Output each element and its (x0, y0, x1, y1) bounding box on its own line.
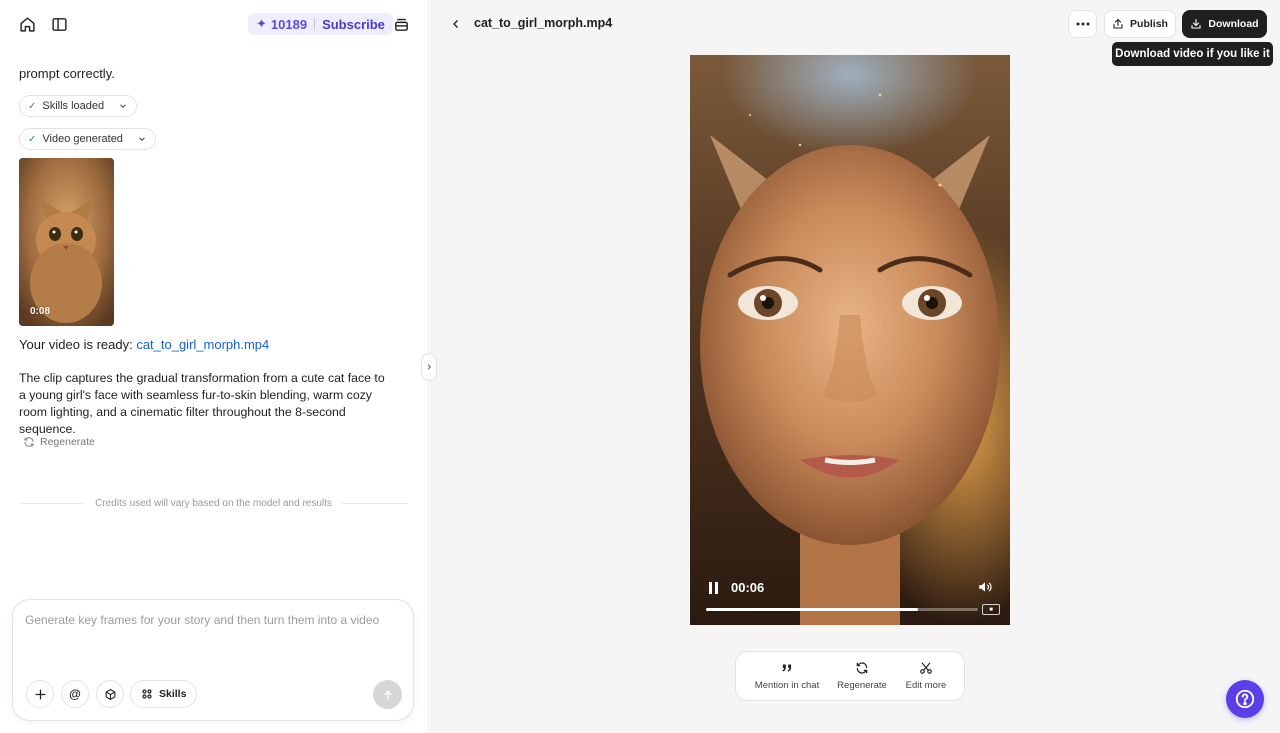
more-options-button[interactable] (1068, 10, 1097, 38)
prompt-text-tail: prompt correctly. (19, 66, 115, 81)
check-icon: ✓ (28, 100, 37, 112)
download-tooltip: Download video if you like it (1112, 42, 1273, 66)
action-label: Regenerate (837, 680, 887, 691)
video-frame-image (690, 55, 1010, 625)
sparkle-icon: ✦ (256, 16, 267, 31)
download-icon (1190, 18, 1202, 30)
chip-label: Skills loaded (42, 100, 105, 112)
help-button[interactable] (1226, 680, 1264, 718)
download-label: Download (1208, 18, 1259, 30)
volume-button[interactable] (978, 581, 994, 595)
divider (19, 502, 86, 504)
video-generated-chip[interactable]: ✓ Video generated (19, 128, 156, 150)
ready-prefix: Your video is ready: (19, 337, 137, 352)
subscribe-link[interactable]: Subscribe (322, 17, 385, 32)
chat-panel: ✦ 10189 Subscribe prompt correctly. ✓ Sk… (0, 0, 429, 733)
credits-count: 10189 (270, 16, 308, 32)
pause-icon (708, 582, 719, 594)
at-sign-icon: @ (69, 687, 81, 701)
video-thumbnail[interactable]: 0:08 (19, 158, 114, 326)
volume-icon (978, 581, 994, 593)
cat-thumbnail-image (19, 158, 114, 326)
grid-icon (141, 688, 153, 700)
action-label: Mention in chat (754, 680, 820, 691)
sidebar-toggle-icon[interactable] (47, 12, 71, 36)
refresh-icon (855, 661, 869, 675)
action-label: Edit more (905, 680, 947, 691)
video-ready-message: Your video is ready: cat_to_girl_morph.m… (19, 337, 269, 352)
chat-header: ✦ 10189 Subscribe (0, 0, 429, 48)
question-icon (1234, 688, 1256, 710)
refresh-icon (23, 436, 35, 448)
credits-note: Credits used will vary based on the mode… (19, 497, 409, 509)
chip-label: Video generated (42, 133, 123, 145)
regenerate-video-button[interactable]: Regenerate (836, 661, 888, 691)
publish-label: Publish (1130, 18, 1168, 30)
add-attachment-button[interactable] (26, 680, 54, 708)
video-viewer: cat_to_girl_morph.mp4 Publish Download D… (430, 0, 1280, 733)
chevron-down-icon (137, 134, 147, 144)
progress-fill (706, 608, 919, 611)
skills-label: Skills (159, 688, 187, 700)
divider (341, 502, 409, 504)
skills-loaded-chip[interactable]: ✓ Skills loaded (19, 95, 138, 117)
credits-divider (314, 18, 316, 30)
chevron-down-icon (118, 101, 128, 111)
mention-button[interactable]: @ (61, 680, 89, 708)
chat-composer: @ Skills (12, 599, 414, 721)
mention-in-chat-button[interactable]: Mention in chat (754, 661, 820, 691)
caption-icon[interactable]: ■ (982, 604, 1000, 615)
arrow-up-icon (382, 689, 394, 701)
prompt-input[interactable] (25, 613, 401, 663)
video-action-bar: Mention in chat Regenerate Edit more (735, 651, 965, 701)
credits-note-text: Credits used will vary based on the mode… (95, 497, 332, 509)
download-button[interactable]: Download (1182, 10, 1267, 38)
panel-collapse-handle[interactable] (421, 353, 437, 381)
back-button[interactable] (446, 14, 466, 34)
home-icon[interactable] (15, 12, 39, 36)
credits-badge[interactable]: ✦ 10189 Subscribe (248, 13, 393, 35)
chevron-right-icon (425, 363, 433, 371)
edit-more-button[interactable]: Edit more (904, 661, 948, 691)
plus-icon (34, 688, 47, 701)
video-player[interactable]: 00:06 ■ (690, 55, 1010, 625)
cube-icon (104, 688, 117, 701)
regenerate-label: Regenerate (40, 436, 95, 448)
pause-button[interactable] (706, 581, 720, 595)
layers-icon[interactable] (389, 12, 413, 36)
quote-icon (780, 661, 794, 675)
share-icon (1112, 18, 1124, 30)
model-button[interactable] (96, 680, 124, 708)
file-title: cat_to_girl_morph.mp4 (474, 16, 613, 30)
send-button[interactable] (373, 680, 402, 709)
ellipsis-icon (1076, 22, 1090, 26)
check-icon: ✓ (28, 133, 37, 145)
regenerate-button[interactable]: Regenerate (23, 436, 95, 448)
skills-button[interactable]: Skills (130, 680, 198, 708)
video-file-link[interactable]: cat_to_girl_morph.mp4 (136, 337, 269, 352)
video-description: The clip captures the gradual transforma… (19, 371, 385, 436)
chevron-left-icon (450, 18, 462, 30)
current-time: 00:06 (731, 580, 765, 595)
thumbnail-duration: 0:08 (30, 306, 51, 317)
scissors-icon (919, 661, 933, 675)
publish-button[interactable]: Publish (1104, 10, 1176, 38)
progress-bar[interactable] (706, 608, 978, 611)
